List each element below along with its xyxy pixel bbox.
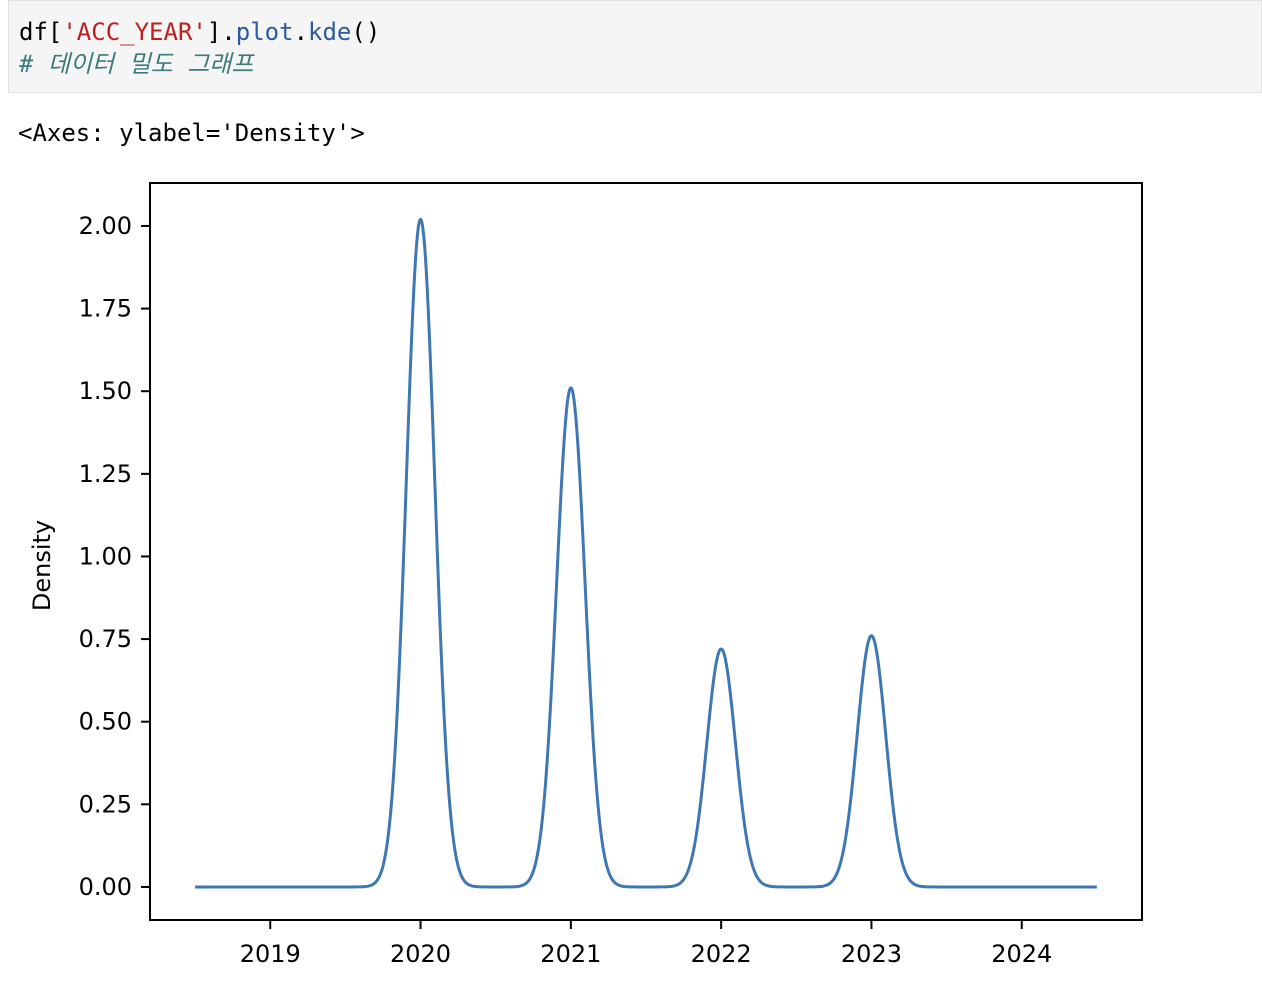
y-tick-label: 0.50 [79,708,132,736]
y-tick-label: 1.50 [79,377,132,405]
y-tick-label: 0.75 [79,625,132,653]
y-tick-label: 2.00 [79,212,132,240]
kde-series-line [194,217,1098,889]
y-tick-label: 1.25 [79,460,132,488]
y-tick-label: 0.25 [79,790,132,818]
axes-frame [149,182,1143,921]
x-axis: 2019 2020 2021 2022 2023 2024 [240,920,1052,968]
y-tick-label: 0.00 [79,873,132,901]
x-tick-label: 2020 [390,940,451,968]
y-axis-label: Density [28,520,56,611]
y-axis: 0.00 0.25 0.50 0.75 1.00 1.25 1.50 1.75 2.00 [79,212,150,901]
x-tick-label: 2023 [841,940,902,968]
y-tick-label: 1.00 [79,542,132,570]
x-tick-label: 2022 [691,940,752,968]
kde-chart: 0.00 0.25 0.50 0.75 1.00 1.25 1.50 1.75 2.00 201… [28,182,1143,968]
x-tick-label: 2024 [991,940,1052,968]
x-tick-label: 2019 [240,940,301,968]
y-tick-label: 1.75 [79,295,132,323]
x-tick-label: 2021 [540,940,601,968]
